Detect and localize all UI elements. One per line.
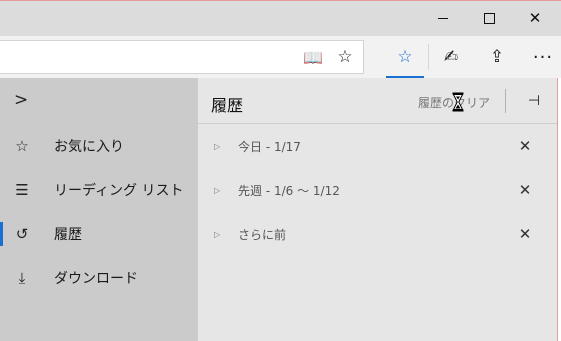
title-bar: ✕ [0,0,561,36]
panel-title: 履歴 [211,96,244,115]
more-menu-button[interactable]: ··· [520,36,561,78]
download-arrow-icon: ⤓ [18,269,26,287]
close-window-button[interactable]: ✕ [512,0,558,36]
hub-star-list-icon: ☆ [397,47,413,67]
hub-item-label: お気に入り [54,139,124,155]
pen-icon: ✍ [443,47,459,67]
history-group-label: さらに前 [238,227,287,242]
reading-list-icon: ☰ [15,181,29,199]
reading-view-icon[interactable]: 📖 [299,45,327,69]
add-favorite-star-icon[interactable]: ☆ [331,45,359,69]
panel-divider [198,123,557,124]
hub-item-reading-list[interactable]: ☰ リーディング リスト [0,170,198,210]
window-frame-right [557,78,561,341]
remove-group-close-icon[interactable]: ✕ [514,225,536,243]
share-icon: ⇪ [489,47,505,67]
star-icon: ☆ [15,137,29,155]
history-group-row[interactable]: ▷ 今日 - 1/17 ✕ [198,126,557,166]
minimize-icon [438,17,448,19]
browser-toolbar: 📖 ☆ ☆ ✍ ⇪ ··· [0,36,561,78]
history-clock-icon: ↺ [15,225,29,243]
hub-navigation: > ☆ お気に入り ☰ リーディング リスト ↺ 履歴 ⤓ ダウンロード [0,78,198,341]
hub-favorites-button[interactable]: ☆ [382,36,428,78]
expand-triangle-icon[interactable]: ▷ [214,142,220,151]
history-group-row[interactable]: ▷ 先週 - 1/6 ～ 1/12 ✕ [198,170,557,210]
hub-item-history[interactable]: ↺ 履歴 [0,214,198,254]
history-group-label: 先週 - 1/6 ～ 1/12 [238,183,340,198]
address-bar[interactable]: 📖 ☆ [0,40,364,74]
hub-item-downloads[interactable]: ⤓ ダウンロード [0,258,198,298]
active-indicator [0,222,3,246]
maximize-icon [483,12,495,24]
hub-item-label: 履歴 [54,227,82,243]
hub-item-favorites[interactable]: ☆ お気に入り [0,126,198,166]
remove-group-close-icon[interactable]: ✕ [514,181,536,199]
remove-group-close-icon[interactable]: ✕ [514,137,536,155]
close-icon: ✕ [528,8,542,27]
maximize-button[interactable] [466,0,512,36]
busy-hourglass-cursor-icon [452,92,464,112]
history-panel: 履歴 履歴のクリア ⊣ ▷ 今日 - 1/17 ✕ ▷ 先週 - 1/6 ～ 1… [198,78,557,341]
pin-panel-icon[interactable]: ⊣ [520,90,548,112]
web-notes-button[interactable]: ✍ [428,36,474,78]
expand-triangle-icon[interactable]: ▷ [214,186,220,195]
expand-chevron-icon[interactable]: > [14,90,28,110]
history-group-label: 今日 - 1/17 [238,139,301,154]
share-button[interactable]: ⇪ [474,36,520,78]
hub-item-label: ダウンロード [54,271,138,287]
hub-item-label: リーディング リスト [54,183,184,199]
minimize-button[interactable] [420,0,466,36]
more-dots-icon: ··· [532,46,554,68]
panel-header-separator [505,89,506,113]
expand-triangle-icon[interactable]: ▷ [214,230,220,239]
history-group-row[interactable]: ▷ さらに前 ✕ [198,214,557,254]
